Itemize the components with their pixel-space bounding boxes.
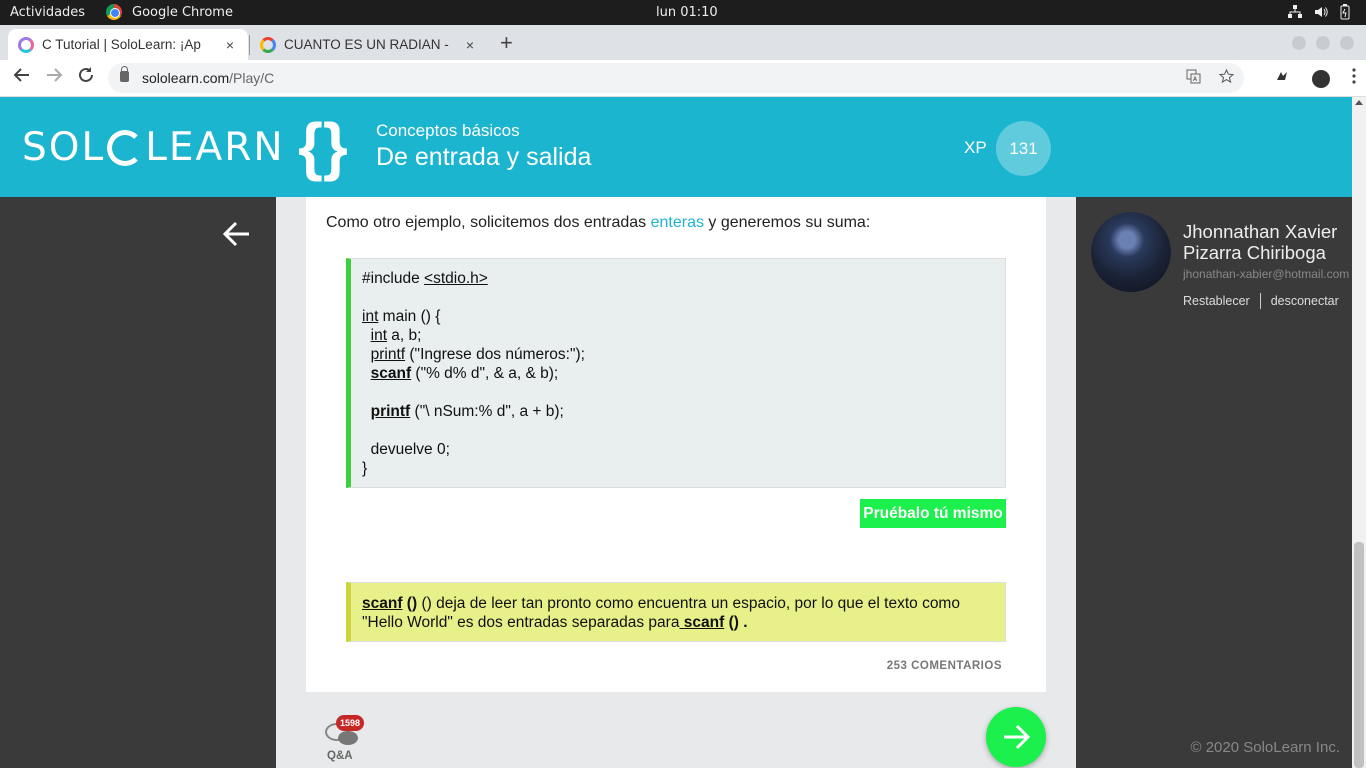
- new-tab-button[interactable]: +: [500, 30, 513, 56]
- omnibox-actions: A: [1186, 68, 1235, 88]
- system-top-bar: Actividades Google Chrome lun 01:10: [0, 0, 1366, 25]
- clock[interactable]: lun 01:10: [656, 5, 718, 20]
- code-link[interactable]: scanf: [362, 595, 403, 612]
- scrollbar-thumb[interactable]: [1354, 542, 1364, 768]
- code-link[interactable]: scanf: [371, 365, 412, 382]
- url-text: sololearn.com/Play/C: [142, 70, 275, 86]
- minimize-button[interactable]: [1292, 36, 1306, 50]
- app-menu[interactable]: Google Chrome: [106, 4, 233, 20]
- copyright: © 2020 SoloLearn Inc.: [1190, 739, 1341, 756]
- network-icon: [1288, 4, 1302, 20]
- profile-panel: Jhonnathan Xavier Pizarra Chiriboga jhon…: [1076, 197, 1352, 768]
- maximize-button[interactable]: [1316, 36, 1330, 50]
- extension-area: [1274, 68, 1356, 89]
- chat-bubble-icon: [338, 731, 358, 745]
- chrome-icon: [106, 4, 122, 20]
- logout-link[interactable]: desconectar: [1271, 294, 1339, 308]
- browser-toolbar: sololearn.com/Play/C A: [0, 60, 1366, 97]
- reload-icon[interactable]: [74, 66, 98, 90]
- code-link[interactable]: printf: [371, 346, 405, 363]
- code-link[interactable]: int: [362, 308, 378, 325]
- comments-link[interactable]: 253 COMENTARIOS: [887, 660, 1002, 672]
- google-favicon-icon: [260, 36, 276, 53]
- address-bar[interactable]: sololearn.com/Play/C A: [108, 63, 1244, 93]
- page-scrollbar[interactable]: [1352, 97, 1366, 768]
- code-block: #include <stdio.h> int main () { int a, …: [346, 258, 1006, 488]
- lesson-area: Como otro ejemplo, solicitemos dos entra…: [276, 197, 1076, 768]
- scroll-up-icon[interactable]: [1355, 100, 1363, 105]
- extension-icon[interactable]: [1274, 68, 1290, 89]
- note-box: scanf () () deja de leer tan pronto como…: [346, 582, 1006, 642]
- left-panel: [0, 197, 276, 768]
- back-icon[interactable]: [10, 66, 34, 90]
- close-window-button[interactable]: [1340, 36, 1354, 50]
- braces-icon: {}: [298, 110, 348, 182]
- tab-strip: C Tutorial | SoloLearn: ¡Ap × CUANTO ES …: [0, 25, 1366, 60]
- xp-label: XP: [964, 138, 987, 157]
- user-avatar[interactable]: [1091, 212, 1171, 292]
- xp-badge: 131: [996, 121, 1051, 176]
- sololearn-favicon-icon: [18, 36, 34, 53]
- try-it-yourself-button[interactable]: Pruébalo tú mismo: [860, 499, 1006, 528]
- user-email: jhonathan-xabier@hotmail.com: [1183, 267, 1350, 281]
- back-arrow-icon[interactable]: [222, 219, 252, 249]
- lesson-intro: Como otro ejemplo, solicitemos dos entra…: [326, 214, 871, 231]
- reset-link[interactable]: Restablecer: [1183, 294, 1250, 308]
- close-tab-icon[interactable]: ×: [462, 37, 478, 53]
- close-tab-icon[interactable]: ×: [222, 37, 238, 53]
- qa-count-badge: 1598: [336, 715, 365, 731]
- app-name: Google Chrome: [132, 4, 233, 20]
- menu-kebab-icon[interactable]: [1352, 68, 1356, 89]
- qa-label: Q&A: [327, 750, 353, 762]
- qa-button[interactable]: 1598 Q&A: [322, 715, 366, 765]
- translate-icon[interactable]: A: [1186, 69, 1201, 88]
- tab-google[interactable]: CUANTO ES UN RADIAN - ×: [250, 29, 488, 60]
- user-links: Restablecer desconectar: [1183, 293, 1339, 309]
- tab-sololearn[interactable]: C Tutorial | SoloLearn: ¡Ap ×: [8, 29, 248, 60]
- logo-swirl-icon: [107, 129, 144, 166]
- user-name[interactable]: Jhonnathan Xavier Pizarra Chiriboga: [1183, 221, 1352, 263]
- code-link[interactable]: printf: [371, 403, 411, 420]
- sololearn-logo[interactable]: SOL LEARN: [22, 125, 285, 170]
- system-tray[interactable]: [1288, 4, 1354, 20]
- code-link[interactable]: int: [371, 327, 387, 344]
- profile-icon[interactable]: [1312, 69, 1330, 88]
- divider: [1259, 293, 1261, 309]
- window-controls: [1292, 36, 1354, 50]
- bookmark-star-icon[interactable]: [1218, 68, 1235, 88]
- tab-title: C Tutorial | SoloLearn: ¡Ap: [42, 37, 201, 52]
- sololearn-header: SOL LEARN {} Conceptos básicos De entrada…: [0, 97, 1352, 197]
- forward-icon[interactable]: [42, 66, 66, 90]
- keyword-link[interactable]: enteras: [651, 214, 704, 231]
- code-link[interactable]: <stdio.h>: [424, 270, 488, 287]
- module-name: Conceptos básicos: [376, 121, 520, 140]
- battery-icon: [1340, 4, 1354, 20]
- lesson-card: Como otro ejemplo, solicitemos dos entra…: [306, 197, 1046, 692]
- activities-button[interactable]: Actividades: [10, 5, 85, 20]
- volume-icon: [1314, 4, 1328, 20]
- code-link[interactable]: scanf: [679, 614, 725, 631]
- lock-icon[interactable]: [120, 66, 129, 82]
- lesson-title: De entrada y salida: [376, 143, 592, 171]
- next-button[interactable]: [986, 707, 1046, 767]
- tab-title: CUANTO ES UN RADIAN -: [284, 37, 449, 52]
